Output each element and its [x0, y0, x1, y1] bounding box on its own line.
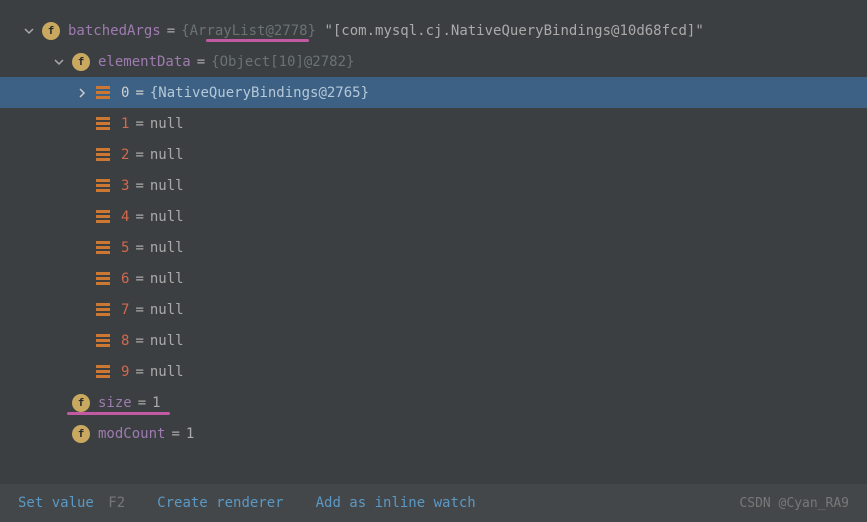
- array-element[interactable]: 5 = null: [0, 232, 867, 263]
- null-value: null: [150, 271, 184, 287]
- null-value: null: [150, 302, 184, 318]
- array-index: 1: [121, 116, 129, 132]
- variable-value: 1: [186, 426, 194, 442]
- variable-row-elementdata[interactable]: f elementData = {Object[10]@2782}: [0, 46, 867, 77]
- action-label: Set value: [18, 495, 94, 511]
- create-renderer-action[interactable]: Create renderer: [157, 495, 283, 511]
- array-index: 9: [121, 364, 129, 380]
- chevron-down-icon[interactable]: [20, 22, 38, 40]
- object-reference: {Object[10]@2782}: [211, 54, 354, 70]
- array-icon: [95, 177, 111, 195]
- highlight-underline: [206, 39, 309, 42]
- array-element[interactable]: 7 = null: [0, 294, 867, 325]
- equals-sign: =: [135, 85, 143, 101]
- add-inline-watch-action[interactable]: Add as inline watch: [316, 495, 476, 511]
- array-icon: [95, 363, 111, 381]
- array-index: 0: [121, 85, 129, 101]
- array-index: 5: [121, 240, 129, 256]
- array-element[interactable]: 1 = null: [0, 108, 867, 139]
- array-index: 8: [121, 333, 129, 349]
- array-element[interactable]: 8 = null: [0, 325, 867, 356]
- null-value: null: [150, 364, 184, 380]
- object-reference: {ArrayList@2778}: [181, 23, 316, 39]
- array-index: 2: [121, 147, 129, 163]
- array-element[interactable]: 2 = null: [0, 139, 867, 170]
- array-index: 4: [121, 209, 129, 225]
- array-icon: [95, 332, 111, 350]
- field-icon: f: [72, 53, 90, 71]
- debug-variables-tree[interactable]: f batchedArgs = {ArrayList@2778} "[com.m…: [0, 0, 867, 449]
- variable-row-batchedargs[interactable]: f batchedArgs = {ArrayList@2778} "[com.m…: [0, 15, 867, 46]
- array-index: 6: [121, 271, 129, 287]
- field-icon: f: [72, 394, 90, 412]
- highlight-underline: [67, 412, 170, 415]
- array-element-0[interactable]: 0 = {NativeQueryBindings@2765}: [0, 77, 867, 108]
- array-icon: [95, 208, 111, 226]
- null-value: null: [150, 178, 184, 194]
- array-element[interactable]: 4 = null: [0, 201, 867, 232]
- object-reference: {NativeQueryBindings@2765}: [150, 85, 369, 101]
- array-icon: [95, 146, 111, 164]
- variable-name: modCount: [98, 426, 165, 442]
- equals-sign: =: [135, 271, 143, 287]
- variable-value: 1: [152, 395, 160, 411]
- array-icon: [95, 84, 111, 102]
- equals-sign: =: [138, 395, 146, 411]
- watermark-text: CSDN @Cyan_RA9: [739, 496, 849, 511]
- array-element[interactable]: 6 = null: [0, 263, 867, 294]
- chevron-down-icon[interactable]: [50, 53, 68, 71]
- equals-sign: =: [135, 364, 143, 380]
- equals-sign: =: [135, 116, 143, 132]
- chevron-right-icon[interactable]: [73, 84, 91, 102]
- array-icon: [95, 239, 111, 257]
- equals-sign: =: [135, 209, 143, 225]
- equals-sign: =: [135, 240, 143, 256]
- shortcut-key: F2: [108, 495, 125, 511]
- null-value: null: [150, 209, 184, 225]
- equals-sign: =: [167, 23, 175, 39]
- array-index: 7: [121, 302, 129, 318]
- array-element[interactable]: 9 = null: [0, 356, 867, 387]
- variable-value: "[com.mysql.cj.NativeQueryBindings@10d68…: [324, 23, 703, 39]
- equals-sign: =: [135, 333, 143, 349]
- debug-actions-bar: Set value F2 Create renderer Add as inli…: [0, 484, 867, 522]
- null-value: null: [150, 116, 184, 132]
- null-value: null: [150, 240, 184, 256]
- field-icon: f: [72, 425, 90, 443]
- array-icon: [95, 270, 111, 288]
- array-index: 3: [121, 178, 129, 194]
- array-element[interactable]: 3 = null: [0, 170, 867, 201]
- set-value-action[interactable]: Set value F2: [18, 495, 125, 511]
- null-value: null: [150, 333, 184, 349]
- equals-sign: =: [197, 54, 205, 70]
- variable-name: size: [98, 395, 132, 411]
- equals-sign: =: [135, 147, 143, 163]
- variable-name: batchedArgs: [68, 23, 161, 39]
- variable-row-modcount[interactable]: · f modCount = 1: [0, 418, 867, 449]
- equals-sign: =: [171, 426, 179, 442]
- null-value: null: [150, 147, 184, 163]
- array-icon: [95, 115, 111, 133]
- array-icon: [95, 301, 111, 319]
- field-icon: f: [42, 22, 60, 40]
- equals-sign: =: [135, 178, 143, 194]
- variable-name: elementData: [98, 54, 191, 70]
- equals-sign: =: [135, 302, 143, 318]
